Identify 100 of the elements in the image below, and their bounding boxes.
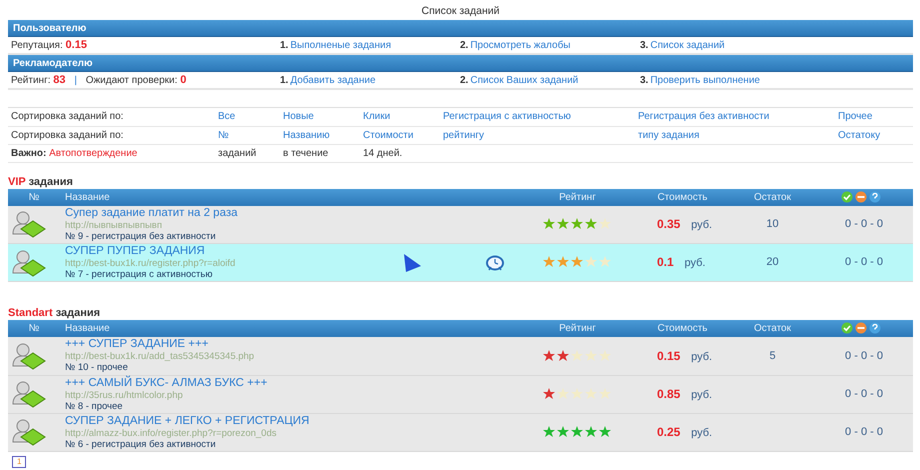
menu-link[interactable]: Список Ваших заданий (470, 74, 578, 86)
task-url: http://35rus.ru/htmlcolor.php (65, 390, 184, 400)
sort-link[interactable]: Регистрация без активности (638, 111, 770, 122)
task-meta: № 6 - регистрация без активности (65, 438, 217, 450)
star-icon (570, 388, 582, 399)
sort-link[interactable]: Регистрация с активностью (443, 111, 571, 122)
star-icon (584, 426, 596, 437)
section-header: Рекламодателю (8, 55, 913, 72)
task-stats: 0 - 0 - 0 (845, 256, 883, 268)
sort-label: Сортировка заданий по: (11, 130, 124, 140)
menu-link[interactable]: Проверить выполнение (650, 74, 760, 86)
task-url: http://best-bux1k.ru/add_tas5345345345.php (65, 351, 256, 362)
stat-value: 83 (53, 74, 66, 86)
task-title-link[interactable]: +++ САМЫЙ БУКС- АЛМАЗ БУКС +++ (65, 376, 390, 390)
task-meta: № 10 - прочее (65, 362, 129, 374)
user-icon (12, 418, 46, 446)
sort-link[interactable]: Все (218, 111, 236, 122)
column-header: Стоимость (657, 192, 708, 202)
user-icon (12, 210, 46, 238)
task-title-link[interactable]: +++ СУПЕР ЗАДАНИЕ +++ (65, 338, 390, 352)
star-icon (598, 426, 610, 437)
currency-label: руб. (691, 219, 712, 231)
sort-link[interactable]: Новые (283, 111, 314, 122)
column-header: Рейтинг (559, 192, 596, 202)
page-title: Список заданий (421, 5, 500, 17)
task-price: 0.35 (657, 217, 680, 231)
task-title-link[interactable]: СУПЕР ЗАДАНИЕ + ЛЕГКО + РЕГИСТРАЦИЯ (65, 414, 390, 428)
group-title: задания (56, 307, 100, 319)
star-icon (598, 256, 610, 268)
task-stats: 0 - 0 - 0 (845, 388, 883, 400)
task-price: 0.85 (657, 386, 680, 401)
separator-text: | (74, 74, 77, 86)
column-header: Название (65, 323, 110, 334)
sort-label: Сортировка заданий по: (11, 111, 124, 122)
sort-link[interactable]: Прочее (838, 111, 872, 122)
group-accent: Standart (8, 307, 53, 319)
star-icon (584, 256, 596, 268)
column-header: № (28, 323, 40, 334)
currency-label: руб. (691, 388, 712, 401)
stat-value: 0.15 (66, 38, 87, 51)
notice-label: Важно: (11, 148, 46, 158)
task-url: http://almazz-bux.info/register.php?r=porezon_0ds (65, 428, 278, 438)
currency-label: руб. (691, 426, 712, 439)
column-header: Остаток (754, 192, 791, 202)
menu-link[interactable]: Список заданий (650, 40, 725, 50)
sort-link[interactable]: типу задания (638, 130, 700, 140)
column-header: Название (65, 192, 110, 202)
task-title-link[interactable]: СУПЕР ПУПЕР ЗАДАНИЯ (65, 245, 390, 258)
group-title: задания (28, 176, 73, 188)
task-stats: 0 - 0 - 0 (845, 426, 883, 438)
sort-link[interactable]: рейтингу (443, 130, 484, 140)
user-icon (12, 248, 46, 276)
link-number: 2. (460, 40, 468, 50)
star-icon (556, 350, 568, 361)
sort-link[interactable]: Клики (363, 111, 390, 122)
task-meta: № 9 - регистрация без активности (65, 230, 217, 242)
star-icon (556, 426, 568, 437)
stat-label: Репутация: (11, 40, 63, 51)
task-stats: 0 - 0 - 0 (845, 350, 883, 362)
star-icon (556, 256, 568, 268)
star-icon (598, 218, 610, 230)
user-icon (12, 380, 46, 408)
task-url: http://best-bux1k.ru/register.php?r=aloifd (65, 258, 236, 269)
menu-link[interactable]: Просмотреть жалобы (470, 40, 570, 50)
notice-text: заданий (218, 148, 256, 158)
column-header: № (28, 192, 40, 202)
remaining-count: 20 (766, 256, 779, 268)
currency-label: руб. (691, 350, 712, 362)
sort-link[interactable]: Названию (283, 130, 330, 140)
star-icon (598, 388, 610, 399)
notice-text: 14 дней. (363, 148, 402, 158)
star-icon (570, 256, 582, 268)
link-number: 1. (280, 40, 288, 50)
menu-link[interactable]: Добавить задание (290, 74, 376, 86)
sort-link[interactable]: № (218, 130, 229, 140)
notice-link[interactable]: Автопотверждение (49, 148, 138, 158)
task-price: 0.1 (657, 255, 674, 270)
group-accent: VIP (8, 176, 26, 188)
play-arrow-icon[interactable] (402, 252, 422, 272)
section-header: Пользователю (8, 20, 913, 37)
remaining-count: 5 (769, 350, 776, 362)
star-icon (570, 350, 582, 361)
sort-link[interactable]: Остатоку (838, 130, 880, 140)
sort-link[interactable]: Стоимости (363, 130, 414, 140)
task-title-link[interactable]: Супер задание платит на 2 раза (65, 206, 390, 220)
star-icon (556, 388, 568, 399)
star-icon (598, 350, 610, 361)
link-number: 3. (640, 40, 648, 50)
stat-label: Ожидают проверки: (86, 74, 178, 86)
notice-text: в течение (283, 148, 328, 158)
column-header: Стоимость (657, 323, 708, 334)
link-number: 1. (280, 74, 288, 86)
remaining-count: 10 (766, 218, 779, 230)
column-header: Рейтинг (559, 323, 596, 334)
task-meta: № 8 - прочее (65, 400, 124, 412)
star-icon (584, 218, 596, 230)
user-icon (12, 342, 46, 370)
menu-link[interactable]: Выполненые задания (290, 40, 391, 50)
link-number: 3. (640, 74, 648, 86)
page-link[interactable]: 1 (12, 456, 26, 468)
